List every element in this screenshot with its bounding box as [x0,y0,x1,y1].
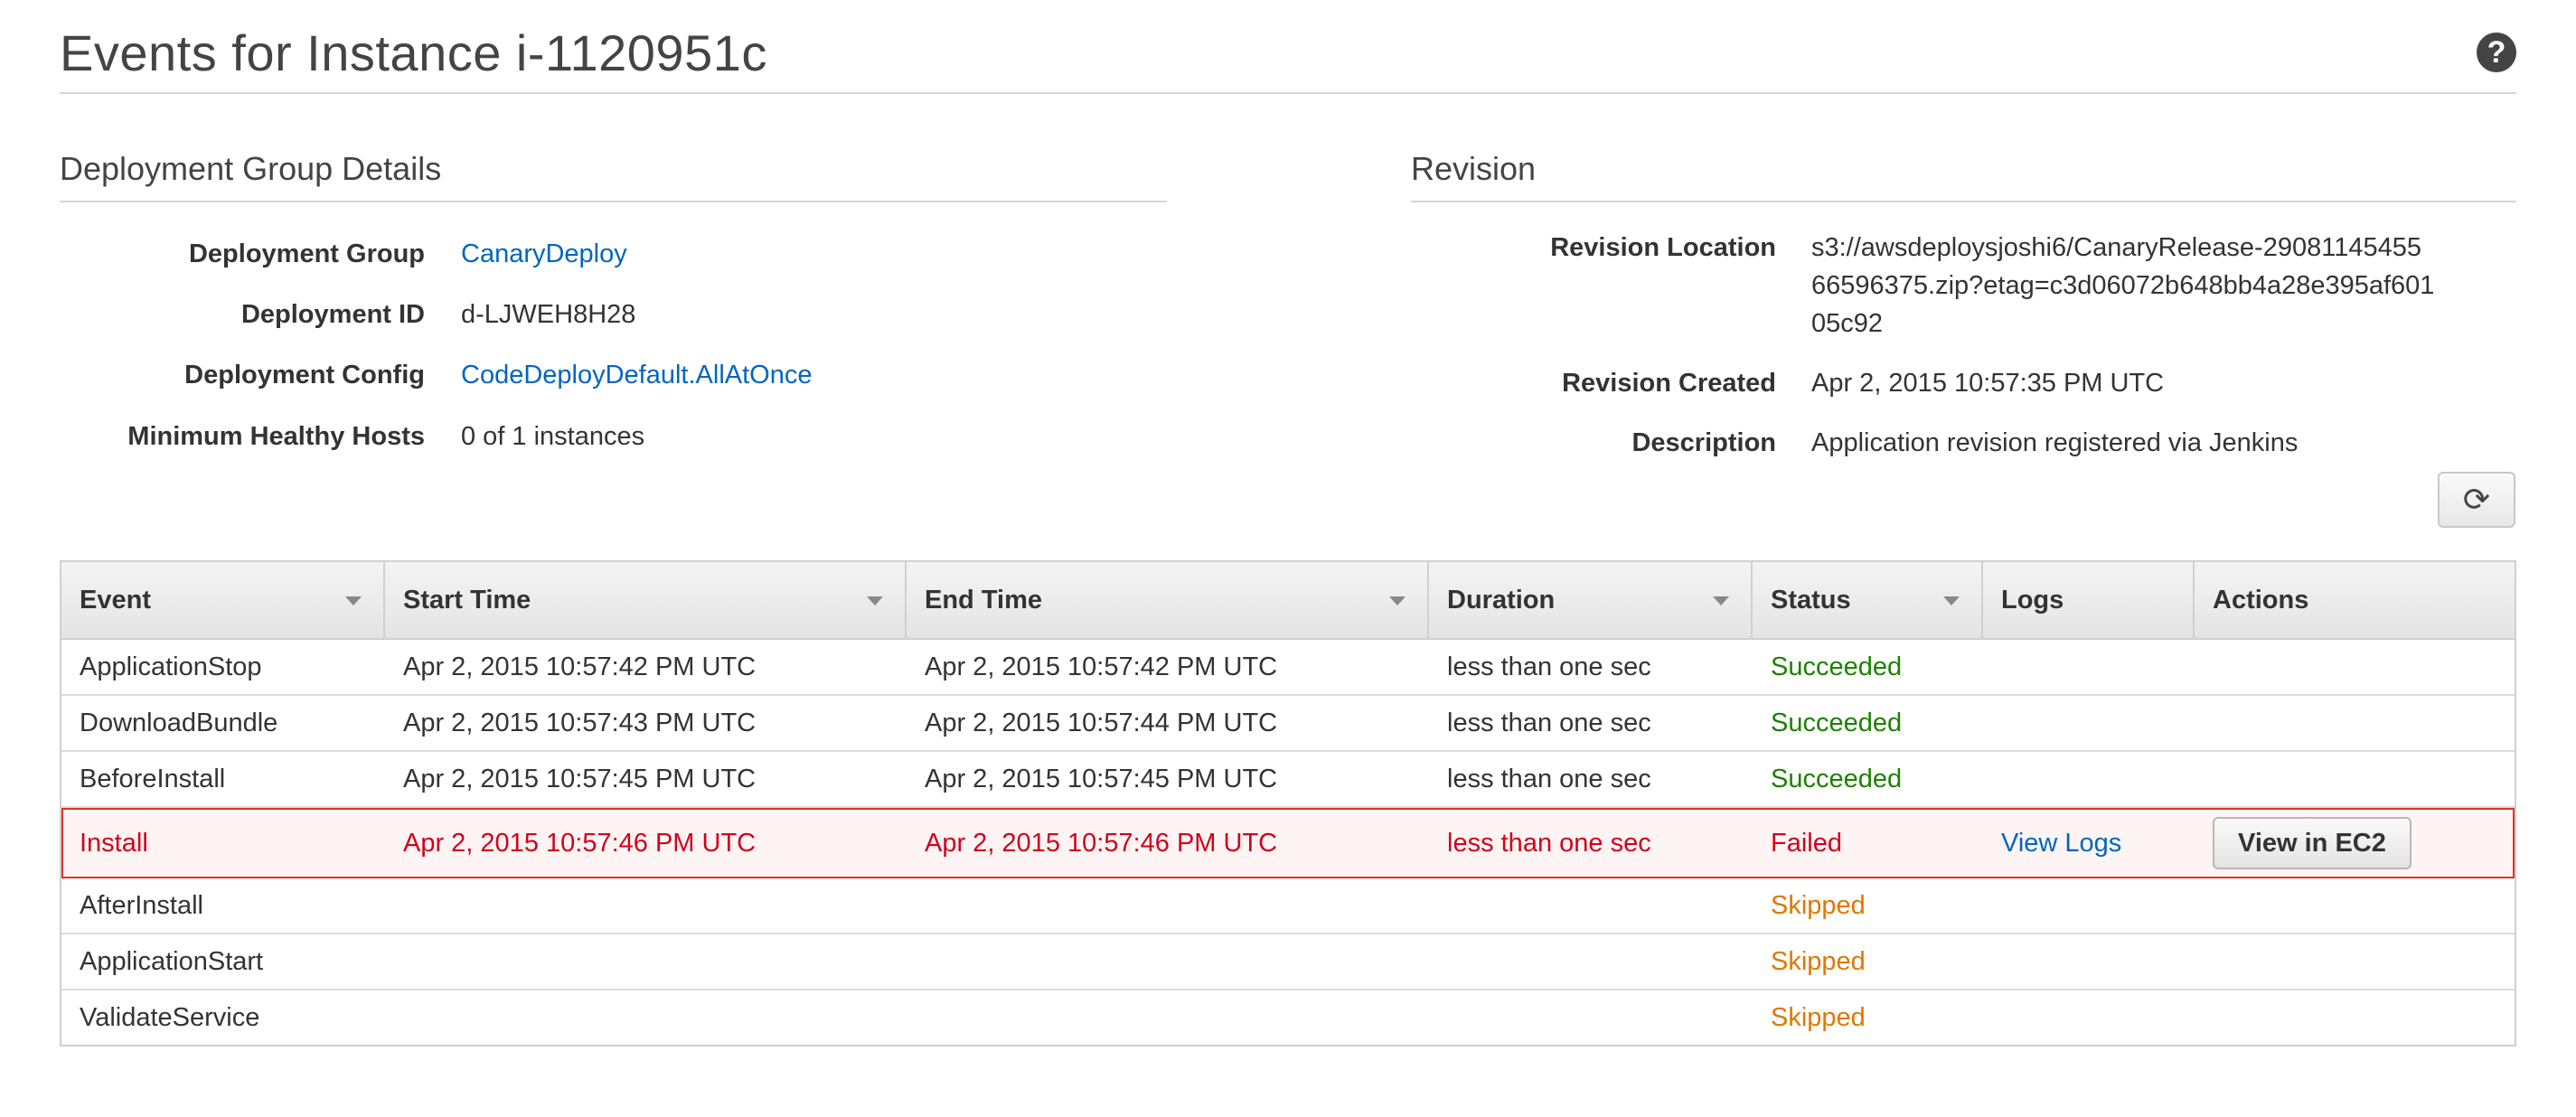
cell-action [2195,878,2213,933]
cell-logs [1983,640,2001,694]
column-header-actions: Actions [2213,586,2309,615]
deployment-id-label: Deployment ID [240,300,425,329]
cell-end: Apr 2, 2015 10:57:46 PM UTC [925,828,1278,858]
table-row: DownloadBundle Apr 2, 2015 10:57:43 PM UT… [61,696,2515,752]
revision-section: Revision [1411,150,2516,202]
table-row: BeforeInstall Apr 2, 2015 10:57:45 PM UTC… [61,752,2515,808]
cell-duration [1429,990,1447,1045]
deployment-group-link[interactable]: CanaryDeploy [461,237,627,271]
table-body: ApplicationStop Apr 2, 2015 10:57:42 PM U… [61,640,2515,1045]
deployment-group-section: Deployment Group Details [60,150,1167,202]
refresh-icon: ⟳ [2462,481,2491,518]
column-header-logs: Logs [1983,562,2195,638]
cell-start [385,934,403,989]
cell-status: Succeeded [1771,652,1903,681]
cell-duration [1429,934,1447,989]
minimum-healthy-hosts-value: 0 of 1 instances [461,422,645,451]
cell-action [2195,696,2213,750]
cell-status: Succeeded [1771,708,1903,737]
sort-icon[interactable] [1713,596,1729,605]
revision-location-line-3: 05c92 [1811,309,1884,338]
cell-event: ApplicationStart [80,946,264,976]
sort-icon[interactable] [867,596,883,605]
table-row: Install Apr 2, 2015 10:57:46 PM UTC Apr 2,… [61,808,2515,878]
cell-start: Apr 2, 2015 10:57:42 PM UTC [403,652,757,681]
revision-location-label: Revision Location [1550,233,1776,262]
minimum-healthy-hosts-label: Minimum Healthy Hosts [127,422,425,451]
deployment-id-value: d-LJWEH8H28 [461,300,636,329]
cell-action [2195,640,2213,694]
revision-created-value: Apr 2, 2015 10:57:35 PM UTC [1811,369,2165,398]
table-row: ApplicationStart Skipped [61,934,2515,990]
cell-end: Apr 2, 2015 10:57:45 PM UTC [925,764,1278,793]
column-header-start-time[interactable]: Start Time [385,562,907,638]
cell-end [907,990,925,1045]
column-header-status[interactable]: Status [1753,562,1983,638]
cell-status: Skipped [1771,890,1866,920]
cell-event: BeforeInstall [80,764,226,793]
table-row: ValidateService Skipped [61,990,2515,1045]
cell-status: Skipped [1771,946,1866,976]
cell-event: ApplicationStop [80,652,262,681]
description-value: Application revision registered via Jenk… [1811,428,2299,457]
cell-end [907,878,925,933]
cell-event: DownloadBundle [80,708,278,737]
column-header-end-time[interactable]: End Time [907,562,1429,638]
sort-icon[interactable] [1389,596,1406,605]
cell-status: Failed [1771,828,1842,858]
events-table: Event Start Time End Time Duration Statu… [60,560,2516,1047]
cell-logs [1983,990,2001,1045]
cell-start: Apr 2, 2015 10:57:45 PM UTC [403,764,757,793]
cell-action [2195,934,2213,989]
help-icon[interactable]: ? [2477,33,2516,72]
cell-end: Apr 2, 2015 10:57:44 PM UTC [925,708,1278,737]
column-header-event[interactable]: Event [61,562,385,638]
revision-location-line-2: 66596375.zip?etag=c3d06072b648bb4a28e395… [1811,271,2435,300]
sort-icon[interactable] [345,596,362,605]
cell-duration: less than one sec [1447,828,1651,858]
cell-duration [1429,878,1447,933]
revision-title: Revision [1411,150,2516,202]
table-row: ApplicationStop Apr 2, 2015 10:57:42 PM U… [61,640,2515,696]
cell-status: Skipped [1771,1002,1866,1032]
sort-icon[interactable] [1943,596,1960,605]
cell-action [2195,990,2213,1045]
deployment-group-title: Deployment Group Details [60,150,1167,202]
cell-action: View in EC2 [2195,808,2411,878]
revision-location-line-1: s3://awsdeploysjoshi6/CanaryRelease-2908… [1811,233,2421,262]
table-row: AfterInstall Skipped [61,878,2515,934]
cell-end: Apr 2, 2015 10:57:42 PM UTC [925,652,1278,681]
page-header: Events for Instance i-1120951c ? [60,20,2516,94]
page-title: Events for Instance i-1120951c [60,24,767,81]
cell-logs [1983,934,2001,989]
cell-logs [1983,696,2001,750]
cell-status: Succeeded [1771,764,1903,793]
cell-event: Install [80,828,148,858]
cell-start [385,990,403,1045]
view-logs-link[interactable]: View Logs [2001,829,2121,859]
table-header: Event Start Time End Time Duration Statu… [61,562,2515,640]
view-in-ec2-button[interactable]: View in EC2 [2213,817,2411,869]
deployment-config-label: Deployment Config [184,361,425,390]
cell-event: ValidateService [80,1002,260,1032]
description-label: Description [1631,428,1776,457]
cell-event: AfterInstall [80,890,203,920]
cell-logs: View Logs [1983,808,2121,878]
deployment-group-label: Deployment Group [188,239,425,268]
cell-end [907,934,925,989]
cell-start: Apr 2, 2015 10:57:46 PM UTC [403,828,757,858]
deployment-config-link[interactable]: CodeDeployDefault.AllAtOnce [461,358,812,392]
cell-action [2195,752,2213,806]
cell-logs [1983,878,2001,933]
cell-duration: less than one sec [1447,652,1651,681]
revision-created-label: Revision Created [1562,369,1776,398]
cell-logs [1983,752,2001,806]
refresh-button[interactable]: ⟳ [2438,472,2515,528]
column-header-duration[interactable]: Duration [1429,562,1753,638]
cell-start [385,878,403,933]
cell-duration: less than one sec [1447,764,1651,793]
cell-start: Apr 2, 2015 10:57:43 PM UTC [403,708,757,737]
cell-duration: less than one sec [1447,708,1651,737]
